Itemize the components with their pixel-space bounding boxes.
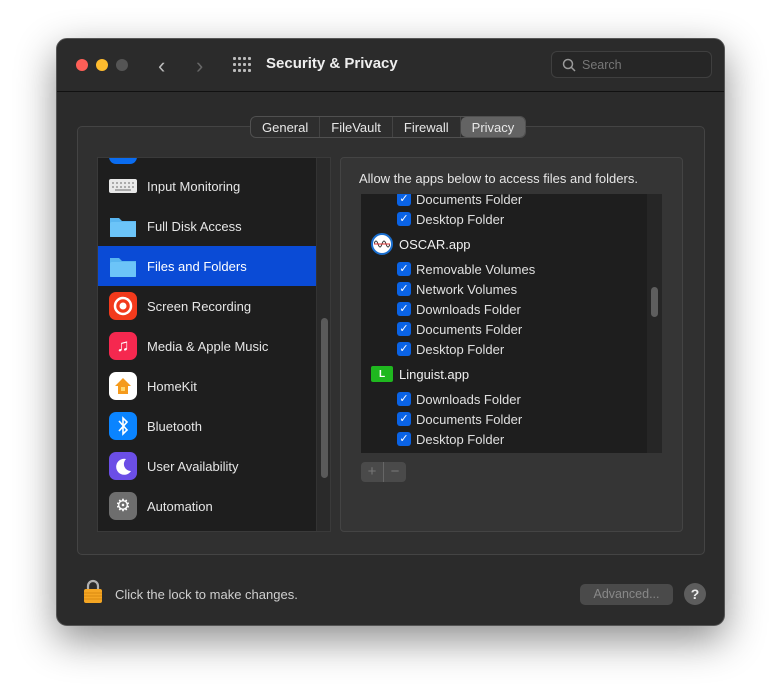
partial-item-icon <box>109 158 137 164</box>
app-name: OSCAR.app <box>399 236 471 252</box>
remove-button[interactable]: − <box>384 462 406 482</box>
permission-row[interactable]: ✓ Desktop Folder <box>397 339 504 359</box>
app-row-linguist: L Linguist.app <box>371 362 469 386</box>
sidebar-item-full-disk-access[interactable]: Full Disk Access <box>98 206 316 246</box>
close-button[interactable] <box>76 59 88 71</box>
permission-label: Removable Volumes <box>416 261 536 277</box>
permission-label: Documents Folder <box>416 321 523 337</box>
tab-filevault[interactable]: FileVault <box>320 117 393 137</box>
search-input[interactable]: Search <box>551 51 712 78</box>
sidebar-item-input-monitoring[interactable]: Input Monitoring <box>98 166 316 206</box>
permission-label: Network Volumes <box>416 281 518 297</box>
sidebar-item-files-and-folders[interactable]: Files and Folders <box>98 246 316 286</box>
permission-row[interactable]: ✓ Network Volumes <box>397 279 517 299</box>
sidebar-item-media-apple-music[interactable]: ♫ Media & Apple Music <box>98 326 316 366</box>
app-row-oscar: OSCAR.app <box>371 232 471 256</box>
search-icon <box>562 58 576 72</box>
permission-label: Documents Folder <box>416 194 523 207</box>
files-folders-panel: Allow the apps below to access files and… <box>340 157 683 532</box>
sidebar-item-bluetooth[interactable]: Bluetooth <box>98 406 316 446</box>
sidebar-item-label: Full Disk Access <box>147 218 242 234</box>
checkbox[interactable]: ✓ <box>397 282 411 296</box>
permission-row[interactable]: ✓ Downloads Folder <box>397 389 521 409</box>
permission-label: Downloads Folder <box>416 391 521 407</box>
add-button[interactable]: + <box>361 462 384 482</box>
moon-icon <box>109 452 137 480</box>
checkbox[interactable]: ✓ <box>397 392 411 406</box>
lock-icon[interactable] <box>83 578 103 604</box>
tab-firewall[interactable]: Firewall <box>393 117 461 137</box>
permission-row[interactable]: ✓ Removable Volumes <box>397 259 535 279</box>
permission-label: Desktop Folder <box>416 431 505 447</box>
sidebar-item-label: HomeKit <box>147 378 197 394</box>
minimize-button[interactable] <box>96 59 108 71</box>
checkbox[interactable]: ✓ <box>397 212 411 226</box>
security-privacy-window: ‹ › Security & Privacy Search General Fi… <box>56 38 725 626</box>
tab-general[interactable]: General <box>251 117 321 137</box>
checkbox[interactable]: ✓ <box>397 302 411 316</box>
record-icon <box>109 292 137 320</box>
window-title: Security & Privacy <box>266 55 398 72</box>
permission-label: Desktop Folder <box>416 341 505 357</box>
sidebar-item-automation[interactable]: ⚙ Automation <box>98 486 316 526</box>
search-placeholder: Search <box>582 58 622 72</box>
sidebar-item-label: Automation <box>147 498 213 514</box>
permission-row[interactable]: ✓ Desktop Folder <box>397 429 504 449</box>
panel-heading: Allow the apps below to access files and… <box>359 171 638 186</box>
permission-row[interactable]: ✓ Documents Folder <box>397 409 522 429</box>
tab-bar: General FileVault Firewall Privacy <box>250 116 527 138</box>
titlebar: ‹ › Security & Privacy Search <box>57 39 724 92</box>
back-icon[interactable]: ‹ <box>158 53 165 79</box>
sidebar-item-label: Screen Recording <box>147 298 252 314</box>
lock-message: Click the lock to make changes. <box>115 587 298 602</box>
advanced-button[interactable]: Advanced... <box>580 584 673 605</box>
permission-label: Downloads Folder <box>416 301 521 317</box>
linguist-app-icon: L <box>371 366 393 382</box>
permission-row[interactable]: ✓ Documents Folder <box>397 319 522 339</box>
permission-row[interactable]: ✓ Downloads Folder <box>397 299 521 319</box>
show-all-grid-icon[interactable] <box>233 57 251 73</box>
permission-row[interactable]: ✓ Desktop Folder <box>397 209 504 229</box>
help-button[interactable]: ? <box>684 583 706 605</box>
music-note-icon: ♫ <box>109 332 137 360</box>
tab-privacy[interactable]: Privacy <box>460 117 526 137</box>
add-remove-control: + − <box>361 462 406 482</box>
sidebar-item-screen-recording[interactable]: Screen Recording <box>98 286 316 326</box>
permission-label: Desktop Folder <box>416 211 505 227</box>
home-icon <box>109 372 137 400</box>
checkbox[interactable]: ✓ <box>397 432 411 446</box>
sidebar-item-user-availability[interactable]: User Availability <box>98 446 316 486</box>
scrollbar-thumb[interactable] <box>651 287 658 317</box>
oscar-app-icon <box>371 233 393 255</box>
checkbox[interactable]: ✓ <box>397 262 411 276</box>
permission-row[interactable]: ✓ Documents Folder <box>397 194 522 209</box>
checkbox[interactable]: ✓ <box>397 342 411 356</box>
app-permissions-list: ✓ Documents Folder ✓ Desktop Folder OSCAR.… <box>361 194 662 453</box>
checkbox[interactable]: ✓ <box>397 322 411 336</box>
folder-icon <box>109 212 137 240</box>
app-name: Linguist.app <box>399 366 470 382</box>
folder-icon <box>109 252 137 280</box>
forward-icon[interactable]: › <box>196 53 203 79</box>
sidebar-item-homekit[interactable]: HomeKit <box>98 366 316 406</box>
sidebar-item-label: Files and Folders <box>147 258 247 274</box>
sidebar-item-label: User Availability <box>147 458 239 474</box>
zoom-button[interactable] <box>116 59 128 71</box>
sidebar-item-label: Input Monitoring <box>147 178 241 194</box>
checkbox[interactable]: ✓ <box>397 412 411 426</box>
permission-label: Documents Folder <box>416 411 523 427</box>
gear-icon: ⚙ <box>109 492 137 520</box>
bluetooth-icon <box>109 412 137 440</box>
sidebar-item-label: Bluetooth <box>147 418 202 434</box>
keyboard-icon <box>109 172 137 200</box>
privacy-category-list: Input Monitoring Full Disk Access Files … <box>97 157 331 532</box>
sidebar-scrollbar[interactable] <box>316 158 330 531</box>
list-scrollbar[interactable] <box>647 194 662 453</box>
scrollbar-thumb[interactable] <box>321 318 328 478</box>
checkbox[interactable]: ✓ <box>397 194 411 206</box>
sidebar-item-label: Media & Apple Music <box>147 338 269 354</box>
